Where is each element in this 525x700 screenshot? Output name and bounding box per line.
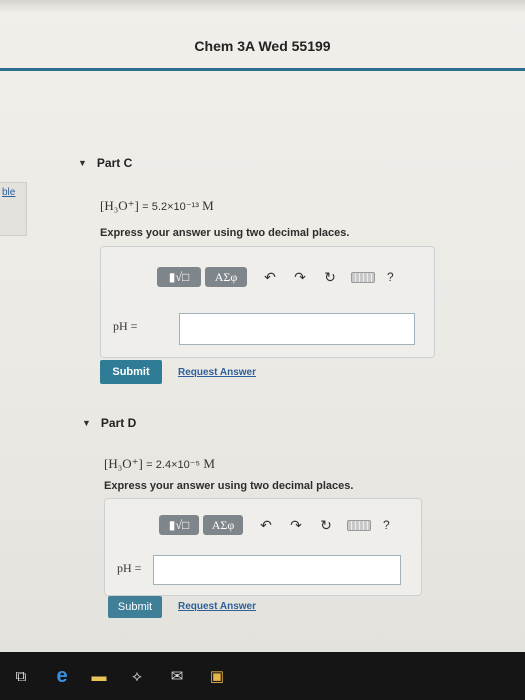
part-c-header[interactable]: ▼ Part C <box>78 156 132 170</box>
concentration-value: 5.2×10⁻¹³ <box>151 201 199 213</box>
edge-browser-icon[interactable]: e <box>50 662 74 690</box>
part-d-toolbar: ▮√□ ΑΣφ ↶ ↷ ↻ ? <box>159 515 390 535</box>
side-tab: ble <box>0 182 27 236</box>
concentration-unit: M <box>202 198 214 213</box>
hydronium-species: [H₃O⁺] <box>104 456 143 471</box>
submit-button[interactable]: Submit <box>100 360 162 384</box>
redo-icon[interactable]: ↷ <box>289 269 311 286</box>
part-d-header[interactable]: ▼ Part D <box>82 416 136 430</box>
redo-icon[interactable]: ↷ <box>285 517 307 534</box>
equals-sign: = <box>142 201 149 213</box>
part-d-title: Part D <box>100 416 137 430</box>
part-d-answer-box: ▮√□ ΑΣφ ↶ ↷ ↻ ? pH = <box>104 498 422 596</box>
top-edge <box>0 0 525 12</box>
header-rule <box>0 68 525 71</box>
task-view-icon[interactable]: ⧉ <box>10 662 32 690</box>
file-explorer-icon[interactable]: ▬ <box>88 662 110 690</box>
help-icon[interactable]: ? <box>387 270 394 284</box>
undo-icon[interactable]: ↶ <box>255 517 277 534</box>
submit-button[interactable]: Submit <box>108 596 162 618</box>
part-c-instruction: Express your answer using two decimal pl… <box>100 227 350 239</box>
part-d-instruction: Express your answer using two decimal pl… <box>104 480 354 492</box>
ph-label: pH = <box>113 319 138 333</box>
part-c-toolbar: ▮√□ ΑΣφ ↶ ↷ ↻ ? <box>157 267 394 287</box>
page: Chem 3A Wed 55199 ble ▼ Part C [H₃O⁺] = … <box>0 0 525 652</box>
request-answer-link[interactable]: Request Answer <box>178 367 256 378</box>
dropbox-icon[interactable]: ⟡ <box>126 662 148 690</box>
part-c-equation: [H₃O⁺] = 5.2×10⁻¹³ M <box>100 198 214 214</box>
symbols-button[interactable]: ΑΣφ <box>205 267 247 287</box>
concentration-value: 2.4×10⁻⁵ <box>155 459 201 471</box>
ph-input[interactable] <box>179 313 415 345</box>
reset-icon[interactable]: ↻ <box>319 269 341 286</box>
help-icon[interactable]: ? <box>383 518 390 532</box>
templates-button[interactable]: ▮√□ <box>159 515 199 535</box>
ph-label: pH = <box>117 561 142 575</box>
course-title: Chem 3A Wed 55199 <box>194 38 331 54</box>
templates-button[interactable]: ▮√□ <box>157 267 201 287</box>
keyboard-icon[interactable] <box>347 519 371 531</box>
part-d-equation: [H₃O⁺] = 2.4×10⁻⁵ M <box>104 456 215 472</box>
mail-icon[interactable]: ✉ <box>166 662 188 690</box>
undo-icon[interactable]: ↶ <box>259 269 281 286</box>
symbols-button[interactable]: ΑΣφ <box>203 515 243 535</box>
part-c-answer-box: ▮√□ ΑΣφ ↶ ↷ ↻ ? pH = <box>100 246 435 358</box>
request-answer-link[interactable]: Request Answer <box>178 601 256 612</box>
collapse-caret-icon[interactable]: ▼ <box>78 158 87 168</box>
equals-sign: = <box>146 459 153 471</box>
reset-icon[interactable]: ↻ <box>315 517 337 534</box>
part-c-title: Part C <box>96 156 133 170</box>
collapse-caret-icon[interactable]: ▼ <box>82 418 91 428</box>
concentration-unit: M <box>203 456 215 471</box>
keyboard-icon[interactable] <box>351 271 375 283</box>
ph-input[interactable] <box>153 555 401 585</box>
hydronium-species: [H₃O⁺] <box>100 198 139 213</box>
side-link[interactable]: ble <box>2 187 15 198</box>
taskbar: ⧉ e ▬ ⟡ ✉ ▣ <box>0 652 525 700</box>
store-icon[interactable]: ▣ <box>206 662 228 690</box>
